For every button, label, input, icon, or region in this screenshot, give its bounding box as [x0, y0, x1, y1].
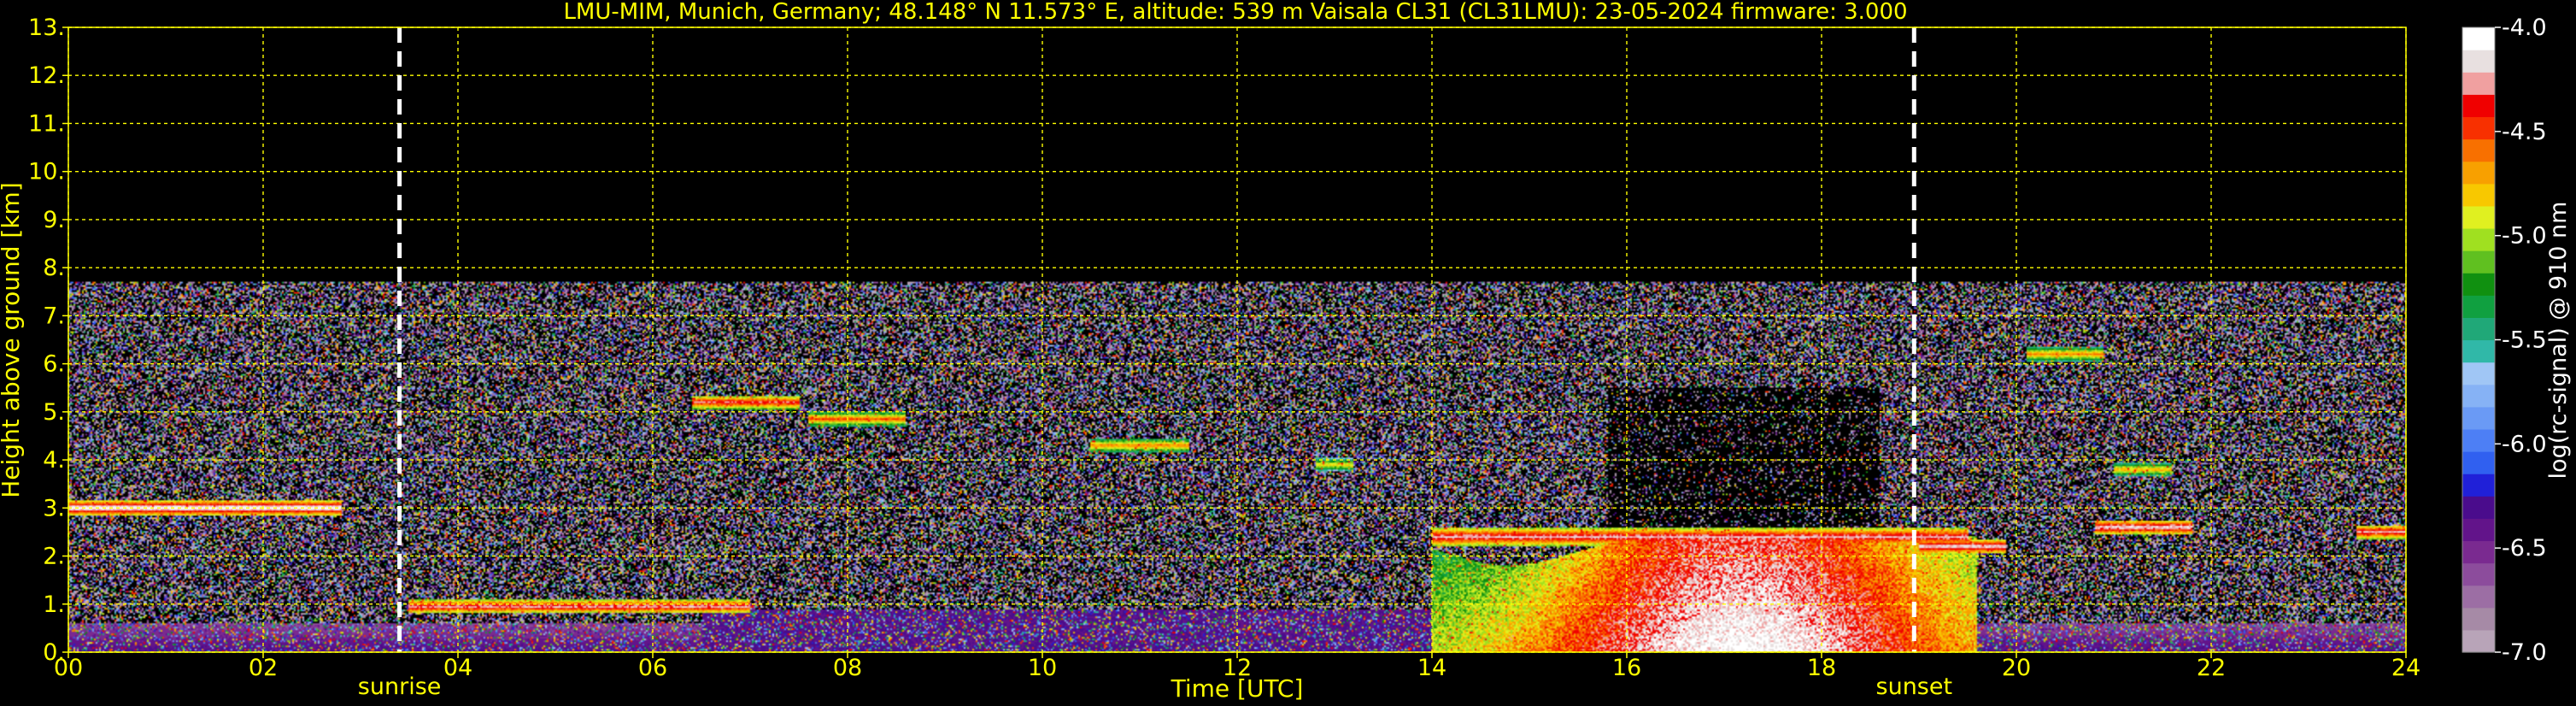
y-tick-label: 4. — [43, 447, 65, 474]
colorbar-segment — [2462, 317, 2495, 341]
colorbar-segment — [2462, 562, 2495, 586]
colorbar-segment — [2462, 406, 2495, 430]
y-tick-label: 12. — [28, 62, 65, 89]
colorbar-tick-label: -6.5 — [2502, 535, 2547, 562]
backscatter-heatmap — [68, 27, 2406, 652]
colorbar-segment — [2462, 27, 2495, 50]
colorbar-segment — [2462, 50, 2495, 73]
colorbar-tick-label: -4.0 — [2502, 15, 2547, 41]
chart-title: LMU-MIM, Munich, Germany; 48.148° N 11.5… — [563, 0, 1907, 25]
colorbar-segment — [2462, 339, 2495, 363]
colorbar-segment — [2462, 183, 2495, 207]
colorbar-segment — [2462, 362, 2495, 385]
colorbar-tick-label: -7.0 — [2502, 639, 2547, 666]
y-tick-label: 9. — [43, 207, 65, 233]
y-tick-label: 3. — [43, 495, 65, 521]
x-tick-label: 08 — [833, 655, 862, 681]
colorbar-tick-label: -4.5 — [2502, 119, 2547, 145]
sun-marker-label: sunset — [1876, 674, 1953, 700]
colorbar-segment — [2462, 161, 2495, 185]
colorbar-label: log(rc-signal) @ 910 nm — [2545, 202, 2572, 479]
colorbar-segment — [2462, 205, 2495, 229]
colorbar-segment — [2462, 428, 2495, 452]
x-tick-label: 24 — [2391, 655, 2421, 681]
x-tick-label: 06 — [638, 655, 667, 681]
y-tick-label: 13. — [28, 15, 65, 41]
colorbar-segment — [2462, 496, 2495, 519]
colorbar-segment — [2462, 607, 2495, 631]
colorbar-segment — [2462, 474, 2495, 497]
colorbar-segment — [2462, 116, 2495, 140]
y-tick-label: 1. — [43, 591, 65, 618]
x-tick-label: 20 — [2002, 655, 2031, 681]
colorbar-segment — [2462, 451, 2495, 474]
colorbar-segment — [2462, 273, 2495, 296]
colorbar-tick-label: -6.0 — [2502, 431, 2547, 457]
colorbar-segment — [2462, 227, 2495, 251]
x-tick-label: 18 — [1807, 655, 1836, 681]
x-tick-label: 10 — [1028, 655, 1057, 681]
y-tick-label: 5. — [43, 399, 65, 426]
colorbar-tick-label: -5.5 — [2502, 327, 2547, 354]
x-axis-label: Time [UTC] — [1171, 674, 1304, 703]
plot-area — [67, 26, 2407, 653]
colorbar-segment — [2462, 295, 2495, 318]
x-tick-label: 04 — [443, 655, 472, 681]
sun-marker-label: sunrise — [358, 674, 442, 700]
colorbar-segment — [2462, 540, 2495, 564]
colorbar-segment — [2462, 585, 2495, 609]
y-tick-label: 11. — [28, 110, 65, 137]
y-tick-label: 8. — [43, 255, 65, 281]
colorbar-segment — [2462, 250, 2495, 274]
ceilometer-chart: LMU-MIM, Munich, Germany; 48.148° N 11.5… — [0, 0, 2576, 706]
y-tick-label: 10. — [28, 159, 65, 185]
colorbar-segment — [2462, 629, 2495, 653]
colorbar-segment — [2462, 94, 2495, 118]
y-axis-label: Height above ground [km] — [0, 182, 25, 498]
colorbar-segment — [2462, 72, 2495, 95]
x-tick-label: 14 — [1417, 655, 1446, 681]
x-tick-label: 16 — [1612, 655, 1641, 681]
colorbar — [2462, 26, 2496, 653]
y-tick-label: 2. — [43, 544, 65, 570]
y-tick-label: 0. — [43, 639, 65, 666]
x-tick-label: 22 — [2197, 655, 2226, 681]
y-tick-label: 6. — [43, 351, 65, 378]
colorbar-segment — [2462, 384, 2495, 408]
colorbar-segment — [2462, 138, 2495, 162]
y-tick-label: 7. — [43, 303, 65, 329]
x-tick-label: 02 — [249, 655, 278, 681]
colorbar-tick-label: -5.0 — [2502, 223, 2547, 250]
colorbar-segment — [2462, 518, 2495, 542]
